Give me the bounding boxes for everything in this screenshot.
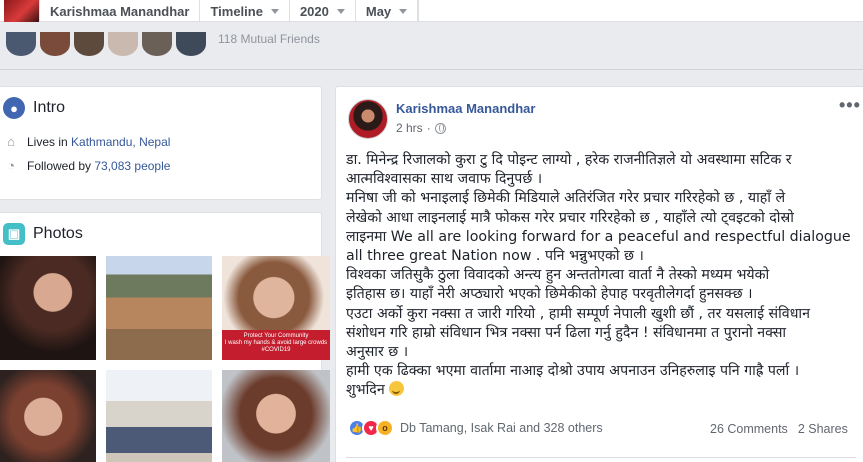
shares-count-link[interactable]: 2 Shares bbox=[798, 422, 848, 436]
friend-avatar[interactable] bbox=[74, 32, 104, 56]
post-line-closing: शुभदिन bbox=[346, 381, 852, 400]
timeline-nav-bar: Karishmaa Manandhar Timeline 2020 May bbox=[0, 0, 863, 22]
chevron-down-icon bbox=[399, 8, 408, 14]
post-line: संशोधन गरि हाम्रो संविधान भित्र नक्सा पर… bbox=[346, 324, 787, 341]
post-line: लेखेको आधा लाइनलाई मात्रै फोकस गरेर प्रच… bbox=[346, 209, 794, 226]
photo-grid: Protect Your Community I wash my hands & … bbox=[0, 256, 330, 462]
month-dropdown[interactable]: May bbox=[356, 0, 419, 22]
lives-in-prefix: Lives in bbox=[27, 135, 68, 149]
mutual-friends-strip: 118 Mutual Friends bbox=[0, 30, 863, 68]
intro-lives-in: ⌂ Lives in Kathmandu, Nepal bbox=[3, 134, 321, 150]
meta-separator: · bbox=[426, 121, 431, 135]
globe-icon: ● bbox=[3, 97, 25, 119]
mutual-friends-count[interactable]: 118 Mutual Friends bbox=[218, 32, 320, 46]
post-line: अनुसार छ । bbox=[346, 344, 409, 361]
rss-icon: ◔ bbox=[7, 158, 15, 173]
post-meta: 2 hrs · bbox=[396, 121, 446, 135]
friend-avatar[interactable] bbox=[142, 32, 172, 56]
home-icon: ⌂ bbox=[7, 134, 15, 149]
followed-prefix: Followed by bbox=[27, 159, 92, 173]
photo-thumbnail[interactable] bbox=[222, 370, 330, 462]
post-line: आत्मविश्वासका साथ जवाफ दिनुपर्छ । bbox=[346, 171, 543, 188]
chevron-down-icon bbox=[270, 8, 279, 14]
reactions-summary[interactable]: 👍 ♥ o Db Tamang, Isak Rai and 328 others bbox=[348, 419, 603, 437]
lives-in-text: Lives in Kathmandu, Nepal bbox=[27, 135, 170, 149]
post-line: एउटा अर्को कुरा नक्सा त जारी गरियो , हाम… bbox=[346, 305, 810, 322]
divider bbox=[0, 69, 863, 70]
photo-thumbnail[interactable] bbox=[0, 370, 96, 462]
covid-banner: Protect Your Community I wash my hands & … bbox=[222, 330, 330, 360]
photo-thumbnail[interactable] bbox=[106, 370, 212, 462]
timeline-label: Timeline bbox=[210, 3, 263, 19]
year-label: 2020 bbox=[299, 3, 329, 19]
profile-name-link[interactable]: Karishmaa Manandhar bbox=[40, 0, 201, 22]
friend-avatar[interactable] bbox=[6, 32, 36, 56]
divider bbox=[346, 457, 856, 458]
month-label: May bbox=[365, 3, 392, 19]
post-line: विश्वका जतिसुकै ठुला विवादको अन्त्य हुन … bbox=[346, 267, 770, 284]
photo-thumbnail[interactable] bbox=[0, 256, 96, 360]
intro-header: ● Intro bbox=[0, 87, 321, 119]
post-line: मनिषा जी को भनाइलाई छिमेकी मिडियाले अतिर… bbox=[346, 190, 786, 207]
year-dropdown[interactable]: 2020 bbox=[290, 0, 356, 22]
post-line: इतिहास छ। याहाँ नेरी अप्ठ्यारो भएको छिमे… bbox=[346, 286, 753, 303]
mutual-friend-avatars bbox=[6, 32, 206, 56]
more-options-icon[interactable]: ••• bbox=[839, 95, 861, 116]
photo-thumbnail[interactable] bbox=[106, 256, 212, 360]
post-line: all three great Nation now . पनि भन्नुभए… bbox=[346, 248, 644, 265]
photos-card: ▣ Photos Protect Your Community I wash my… bbox=[0, 212, 330, 462]
post-card: Karishmaa Manandhar 2 hrs · ••• डा. मिने… bbox=[335, 86, 863, 462]
post-timestamp[interactable]: 2 hrs bbox=[396, 121, 423, 135]
post-author-name[interactable]: Karishmaa Manandhar bbox=[396, 101, 535, 116]
profile-thumbnail[interactable] bbox=[4, 0, 40, 22]
wow-icon: o bbox=[376, 419, 394, 437]
city-link[interactable]: Kathmandu, Nepal bbox=[71, 135, 170, 149]
photo-icon: ▣ bbox=[3, 223, 25, 245]
photo-thumbnail[interactable]: Protect Your Community I wash my hands & … bbox=[222, 256, 330, 360]
reaction-names[interactable]: Db Tamang, Isak Rai and 328 others bbox=[400, 421, 603, 435]
friend-avatar[interactable] bbox=[40, 32, 70, 56]
post-line: लाइनमा We all are looking forward for a … bbox=[346, 228, 852, 245]
chevron-down-icon bbox=[336, 8, 345, 14]
globe-icon[interactable] bbox=[434, 122, 446, 134]
post-line: डा. मिनेन्द्र रिजालको कुरा टु दि पोइन्ट … bbox=[346, 152, 792, 168]
photos-header: ▣ Photos bbox=[0, 213, 321, 245]
post-line: हामी एक ढिक्का भएमा वार्तामा नाआइ दोश्रो… bbox=[346, 363, 800, 380]
smile-emoji-icon bbox=[389, 381, 405, 397]
comments-count-link[interactable]: 26 Comments bbox=[710, 422, 788, 436]
post-text: डा. मिनेन्द्र रिजालको कुरा टु दि पोइन्ट … bbox=[346, 151, 852, 401]
intro-followed-by: ◔ Followed by 73,083 people bbox=[3, 158, 321, 174]
friend-avatar[interactable] bbox=[108, 32, 138, 56]
intro-title: Intro bbox=[33, 99, 66, 116]
photos-title[interactable]: Photos bbox=[33, 225, 83, 243]
post-stats: 26 Comments 2 Shares bbox=[710, 422, 848, 436]
profile-name: Karishmaa Manandhar bbox=[50, 3, 190, 19]
followed-by-text: Followed by 73,083 people bbox=[27, 159, 170, 173]
timeline-nav: Karishmaa Manandhar Timeline 2020 May bbox=[0, 0, 420, 22]
intro-card: ● Intro ⌂ Lives in Kathmandu, Nepal ◔ Fo… bbox=[0, 86, 322, 200]
timeline-dropdown[interactable]: Timeline bbox=[200, 0, 290, 22]
closing-text: शुभदिन bbox=[346, 382, 385, 399]
post-author-avatar[interactable] bbox=[348, 99, 388, 139]
friend-avatar[interactable] bbox=[176, 32, 206, 56]
followers-link[interactable]: 73,083 people bbox=[94, 159, 170, 173]
